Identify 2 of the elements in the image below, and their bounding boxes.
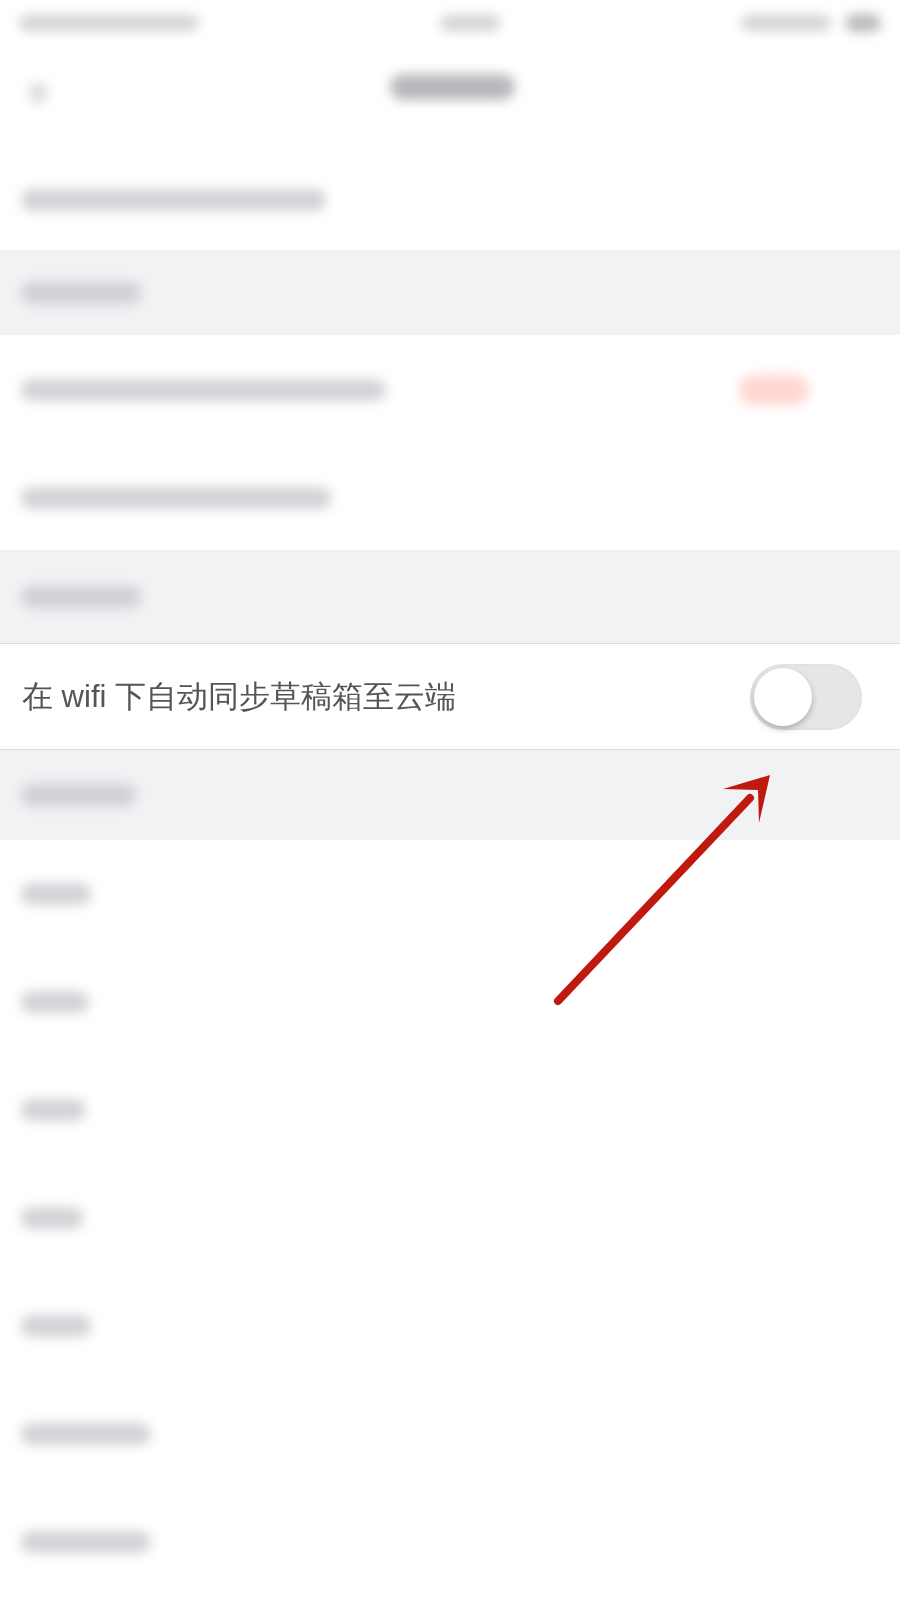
setting-label: 在 wifi 下自动同步草稿箱至云端	[22, 681, 456, 712]
toggle-switch[interactable]	[750, 663, 862, 730]
